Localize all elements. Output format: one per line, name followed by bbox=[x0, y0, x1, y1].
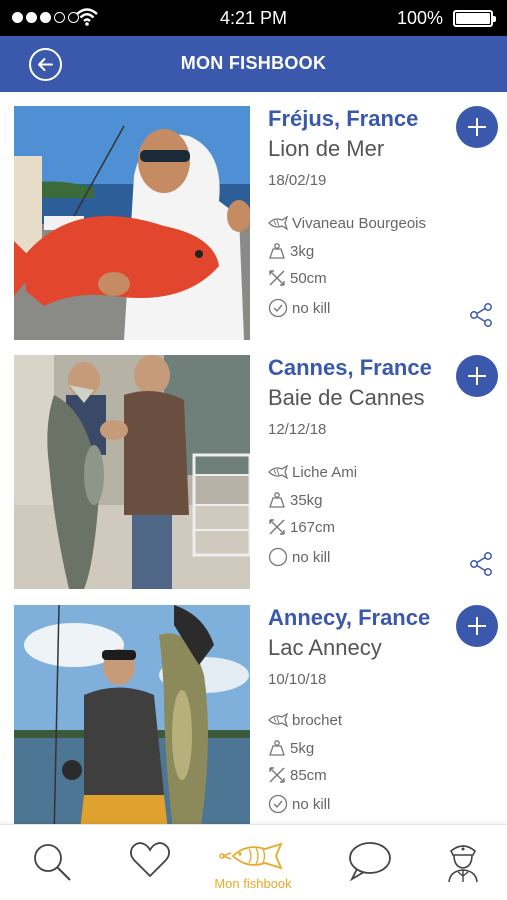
catch-location: Annecy, France bbox=[268, 605, 431, 630]
catch-photo[interactable] bbox=[14, 106, 250, 340]
catch-date: 10/10/18 bbox=[268, 671, 327, 688]
length-text: 50cm bbox=[290, 269, 327, 287]
species-row: Liche Ami bbox=[268, 461, 357, 483]
heart-icon bbox=[129, 842, 171, 878]
length-row: 85cm bbox=[268, 764, 327, 786]
nav-fishbook-label: Mon fishbook bbox=[214, 876, 292, 891]
page-title: MON FISHBOOK bbox=[180, 53, 327, 73]
catch-date: 18/02/19 bbox=[268, 172, 327, 189]
weight-row: 3kg bbox=[268, 240, 314, 262]
no-kill-row: no kill bbox=[268, 793, 330, 815]
length-text: 85cm bbox=[290, 766, 327, 784]
catch-card[interactable]: Annecy, France Lac Annecy 10/10/18 broch… bbox=[0, 591, 507, 824]
add-button[interactable] bbox=[456, 605, 498, 647]
status-bar: 4:21 PM 100% bbox=[0, 0, 507, 36]
length-text: 167cm bbox=[290, 518, 336, 536]
no-kill-label: no kill bbox=[292, 548, 331, 566]
weight-icon bbox=[269, 492, 285, 508]
weight-text: 5kg bbox=[290, 739, 315, 757]
circle-icon bbox=[268, 547, 288, 567]
battery-percentage: 100% bbox=[396, 8, 443, 28]
fish-icon bbox=[268, 713, 288, 727]
length-row: 50cm bbox=[268, 267, 327, 289]
app-header: MON FISHBOOK bbox=[0, 36, 507, 92]
species-text: brochet bbox=[292, 711, 343, 729]
fish-icon bbox=[268, 465, 288, 479]
fish-icon bbox=[268, 216, 288, 230]
no-kill-row: no kill bbox=[268, 546, 330, 568]
captain-icon bbox=[448, 845, 478, 883]
weight-text: 3kg bbox=[290, 242, 315, 260]
catch-spot: Lac Annecy bbox=[268, 635, 382, 660]
weight-icon bbox=[269, 740, 285, 756]
catch-card[interactable]: Cannes, France Baie de Cannes 12/12/18 L… bbox=[0, 341, 507, 589]
species-row: Vivaneau Bourgeois bbox=[268, 212, 426, 234]
catch-location: Fréjus, France bbox=[268, 106, 419, 131]
length-row: 167cm bbox=[268, 516, 335, 538]
weight-row: 35kg bbox=[268, 489, 323, 511]
no-kill-label: no kill bbox=[292, 299, 331, 317]
length-icon bbox=[269, 270, 285, 286]
catch-date: 12/12/18 bbox=[268, 421, 327, 438]
weight-icon bbox=[269, 243, 285, 259]
species-text: Liche Ami bbox=[292, 463, 358, 481]
nav-profile[interactable] bbox=[423, 825, 503, 900]
species-text: Vivaneau Bourgeois bbox=[292, 214, 426, 232]
length-icon bbox=[269, 519, 285, 535]
battery-icon bbox=[453, 10, 496, 27]
nav-search[interactable] bbox=[12, 825, 92, 900]
add-button[interactable] bbox=[456, 106, 498, 148]
length-icon bbox=[269, 767, 285, 783]
nav-messages[interactable] bbox=[330, 825, 410, 900]
no-kill-label: no kill bbox=[292, 795, 331, 813]
search-icon bbox=[34, 844, 71, 881]
check-circle-icon bbox=[268, 298, 288, 318]
catch-card[interactable]: Fréjus, France Lion de Mer 18/02/19 Viva… bbox=[0, 92, 507, 340]
weight-row: 5kg bbox=[268, 737, 314, 759]
no-kill-row: no kill bbox=[268, 297, 330, 319]
bottom-navigation: Mon fishbook bbox=[0, 824, 507, 900]
catch-photo[interactable] bbox=[14, 355, 250, 589]
catch-spot: Baie de Cannes bbox=[268, 385, 425, 410]
check-circle-icon bbox=[268, 794, 288, 814]
catch-feed[interactable]: Fréjus, France Lion de Mer 18/02/19 Viva… bbox=[0, 92, 507, 824]
catch-spot: Lion de Mer bbox=[268, 136, 385, 161]
chat-icon bbox=[349, 842, 391, 881]
nav-fishbook[interactable]: Mon fishbook bbox=[213, 825, 293, 900]
add-button[interactable] bbox=[456, 355, 498, 397]
share-icon[interactable] bbox=[468, 302, 494, 328]
share-icon[interactable] bbox=[468, 551, 494, 577]
species-row: brochet bbox=[268, 709, 342, 731]
fish-icon bbox=[219, 842, 283, 870]
catch-photo[interactable] bbox=[14, 605, 250, 824]
nav-favorites[interactable] bbox=[110, 825, 190, 900]
weight-text: 35kg bbox=[290, 491, 323, 509]
catch-location: Cannes, France bbox=[268, 355, 432, 380]
